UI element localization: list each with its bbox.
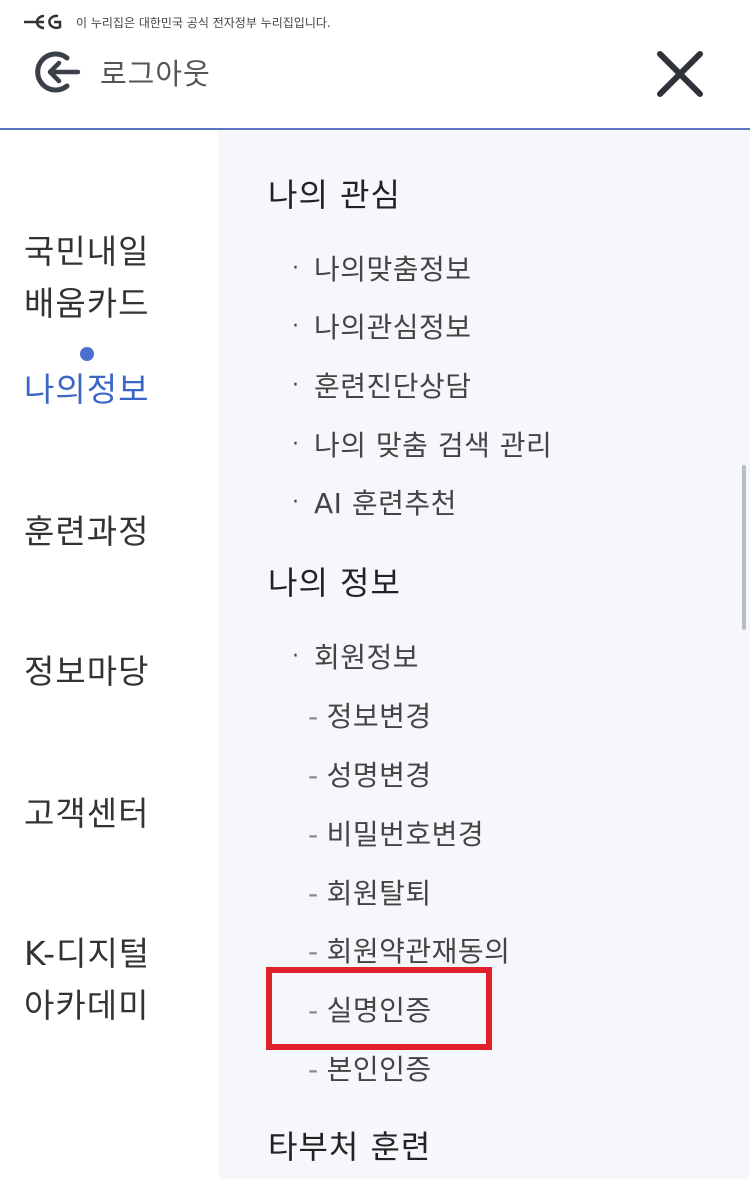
egov-logo-icon — [24, 14, 62, 30]
dash: - — [308, 935, 319, 968]
logout-icon — [35, 51, 81, 93]
close-icon[interactable] — [652, 46, 708, 102]
nav-item-courses-label: 훈련과정 — [24, 512, 150, 551]
nav-item-info-board-label: 정보마당 — [24, 652, 150, 691]
nav-item-customer-center[interactable]: 고객센터 — [24, 788, 214, 840]
dash: - — [308, 759, 319, 792]
menu-item-label: AI 훈련추천 — [314, 487, 457, 520]
highlight-annotation — [266, 967, 492, 1050]
section-title-my-info: 나의 정보 — [268, 564, 401, 602]
nav-item-info-board[interactable]: 정보마당 — [24, 646, 214, 698]
sub-item-label: 회원약관재동의 — [326, 935, 511, 968]
sub-item-identity-auth[interactable]: - 본인인증 — [308, 1048, 432, 1088]
menu-item-label: 훈련진단상담 — [314, 370, 472, 403]
menu-item-diagnosis[interactable]: · 훈련진단상담 — [292, 365, 472, 405]
gov-banner-text: 이 누리집은 대한민국 공식 전자정부 누리집입니다. — [76, 15, 331, 30]
bullet: · — [292, 643, 300, 669]
logout-label: 로그아웃 — [100, 57, 211, 91]
nav-item-card-line2: 배움카드 — [24, 284, 150, 323]
bullet: · — [292, 313, 300, 339]
bullet: · — [292, 255, 300, 281]
nav-item-my-info-label: 나의정보 — [24, 370, 150, 409]
section-title-interest: 나의 관심 — [268, 176, 401, 214]
sub-item-change-password[interactable]: - 비밀번호변경 — [308, 813, 484, 853]
logout-button[interactable]: 로그아웃 — [34, 50, 211, 94]
sub-item-terms-reagree[interactable]: - 회원약관재동의 — [308, 930, 510, 970]
sub-item-change-name[interactable]: - 성명변경 — [308, 754, 432, 794]
dash: - — [308, 818, 319, 851]
nav-item-k-digital[interactable]: K-디지털 아카데미 — [24, 928, 214, 1032]
gov-banner: 이 누리집은 대한민국 공식 전자정부 누리집입니다. — [22, 10, 331, 34]
nav-item-k-digital-line2: 아카데미 — [24, 986, 150, 1025]
nav-item-card-line1: 국민내일 — [24, 232, 150, 271]
sub-item-label: 비밀번호변경 — [326, 818, 485, 851]
menu-item-label: 나의맞춤정보 — [314, 253, 472, 286]
sub-item-label: 정보변경 — [326, 700, 432, 733]
scrollbar[interactable] — [742, 465, 746, 630]
sub-item-label: 성명변경 — [326, 759, 432, 792]
menu-item-member-info[interactable]: · 회원정보 — [292, 636, 419, 676]
sub-item-label: 본인인증 — [326, 1053, 432, 1086]
menu-item-interest-info[interactable]: · 나의관심정보 — [292, 306, 472, 346]
nav-item-courses[interactable]: 훈련과정 — [24, 506, 214, 558]
bullet: · — [292, 489, 300, 515]
section-title-other-ministry: 타부처 훈련 — [268, 1128, 432, 1166]
menu-item-search-manage[interactable]: · 나의 맞춤 검색 관리 — [292, 424, 552, 464]
menu-header: 로그아웃 — [0, 34, 750, 128]
menu-item-label: 나의 맞춤 검색 관리 — [314, 429, 553, 462]
nav-item-customer-center-label: 고객센터 — [24, 794, 150, 833]
menu-item-custom-info[interactable]: · 나의맞춤정보 — [292, 248, 472, 288]
sitemap-menu: 이 누리집은 대한민국 공식 전자정부 누리집입니다. 로그아웃 국민내일 배움… — [0, 0, 750, 1179]
bullet: · — [292, 372, 300, 398]
menu-item-label: 회원정보 — [314, 641, 420, 674]
bullet: · — [292, 431, 300, 457]
active-indicator-dot — [80, 347, 94, 361]
dash: - — [308, 700, 319, 733]
sub-item-withdraw[interactable]: - 회원탈퇴 — [308, 872, 432, 912]
left-nav: 국민내일 배움카드 나의정보 훈련과정 정보마당 고객센터 K-디지털 아카데미 — [0, 130, 218, 1179]
sub-item-label: 회원탈퇴 — [326, 877, 432, 910]
nav-item-card[interactable]: 국민내일 배움카드 — [24, 226, 214, 330]
menu-item-label: 나의관심정보 — [314, 311, 472, 344]
dash: - — [308, 1053, 319, 1086]
nav-item-k-digital-line1: K-디지털 — [24, 934, 151, 973]
nav-item-my-info[interactable]: 나의정보 — [24, 364, 214, 416]
sub-item-change-info[interactable]: - 정보변경 — [308, 695, 432, 735]
dash: - — [308, 877, 319, 910]
menu-item-ai-recommend[interactable]: · AI 훈련추천 — [292, 482, 457, 522]
